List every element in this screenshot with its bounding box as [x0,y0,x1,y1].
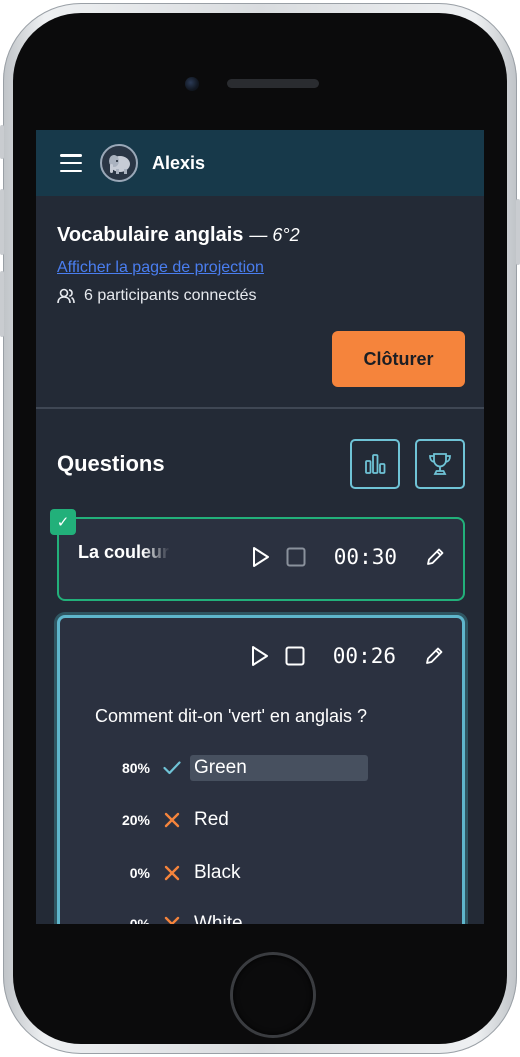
projection-page-link[interactable]: Afficher la page de projection [57,259,464,277]
volume-down-button [0,271,4,337]
answer-text: Red [194,809,229,830]
check-icon: ✓ [50,509,76,535]
question-timer: 00:26 [332,644,396,668]
stop-icon[interactable] [285,646,305,666]
questions-title: Questions [57,451,165,476]
cross-icon [162,812,182,828]
question-short-title: La couleur [78,542,170,562]
elephant-avatar-icon[interactable] [100,144,138,182]
answer-percent: 0% [129,865,150,881]
trophy-icon [429,453,451,475]
session-class: — 6°2 [249,225,300,245]
stop-icon[interactable] [286,547,306,567]
pencil-icon[interactable] [424,646,444,666]
answer-row: 0% White [80,910,247,924]
close-session-button[interactable]: Clôturer [332,331,465,387]
questions-header: Questions [36,409,484,519]
answer-percent: 80% [121,760,150,776]
question-controls: 00:30 [252,545,445,569]
question-text: Comment dit-on 'vert' en anglais ? [95,706,368,726]
leaderboard-button[interactable] [415,439,465,489]
answer-row: 20% Red [80,806,233,834]
earpiece-speaker [227,79,319,88]
play-icon[interactable] [251,645,269,667]
cross-icon [162,916,182,924]
answer-percent: 20% [121,812,150,828]
question-card-active[interactable]: 00:26 Comment dit-on 'vert' en anglais ?… [57,615,465,924]
answer-text: Green [190,755,368,781]
question-timer: 00:30 [333,545,397,569]
pencil-icon[interactable] [425,547,445,567]
session-title-text: Vocabulaire anglais [57,224,244,246]
check-icon [162,761,182,775]
app-screen: Alexis Vocabulaire anglais — 6°2 Afficher… [36,130,484,924]
user-name: Alexis [152,152,206,173]
participants-text: 6 participants connectés [84,287,257,304]
volume-up-button [0,189,4,255]
participants-count: 6 participants connectés [57,287,464,305]
power-button [516,199,520,265]
stats-button[interactable] [350,439,400,489]
menu-icon[interactable] [60,154,82,172]
answer-row: 80% Green [80,754,368,782]
answer-percent: 0% [129,916,150,924]
front-camera [185,77,199,91]
home-button[interactable] [233,955,313,1035]
answer-row: 0% Black [80,859,244,887]
users-icon [57,288,75,304]
answer-text: White [194,913,243,924]
question-card-completed[interactable]: ✓ La couleur 00:30 [50,509,465,601]
answer-text: Black [194,862,241,883]
question-controls: 00:26 [251,644,444,668]
session-title: Vocabulaire anglais — 6°2 [57,224,464,247]
play-icon[interactable] [252,546,270,568]
app-header: Alexis [36,130,484,196]
mute-switch [0,125,4,159]
cross-icon [162,865,182,881]
bar-chart-icon [365,454,386,474]
